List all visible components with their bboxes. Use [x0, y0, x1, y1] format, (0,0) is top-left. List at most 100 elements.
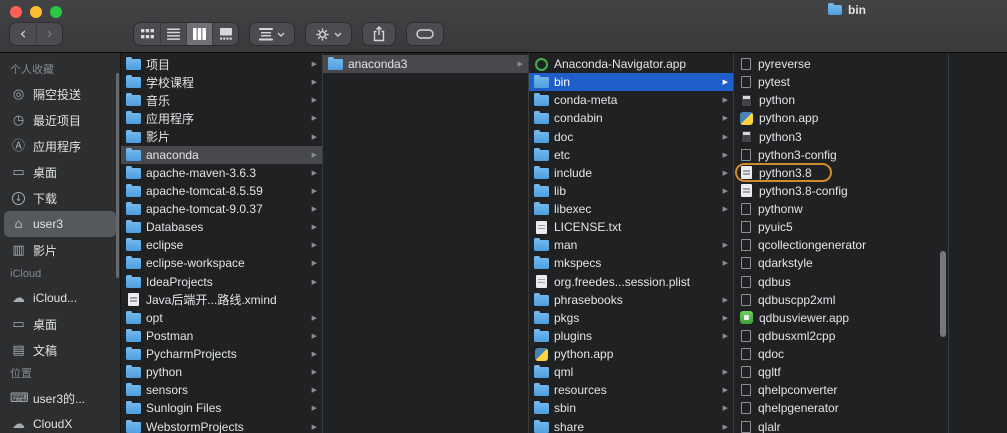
file-row-sbin[interactable]: sbin ▶	[529, 399, 733, 417]
sidebar-item-icloud-drive[interactable]: ☁ iCloud...	[4, 285, 116, 311]
sidebar-item-airdrop[interactable]: ◎ 隔空投送	[4, 81, 116, 107]
sidebar-item-cloudx[interactable]: ☁ CloudX	[4, 411, 116, 433]
icon-view-button[interactable]	[134, 23, 160, 45]
file-row-eclipse[interactable]: eclipse ▶	[121, 236, 322, 254]
minimize-button[interactable]	[30, 6, 42, 18]
file-row-qdoc[interactable]: qdoc	[734, 345, 948, 363]
file-row-python-app[interactable]: python.app	[734, 109, 948, 127]
file-row-python3-8-config[interactable]: python3.8-config	[734, 182, 948, 200]
file-row-qml[interactable]: qml ▶	[529, 363, 733, 381]
file-row-qdbuscpp2xml[interactable]: qdbuscpp2xml	[734, 291, 948, 309]
file-row-share[interactable]: share ▶	[529, 418, 733, 433]
file-row-lib[interactable]: lib ▶	[529, 182, 733, 200]
sidebar-item-applications[interactable]: Ⓐ 应用程序	[4, 133, 116, 159]
file-label: man	[554, 238, 578, 253]
zoom-button[interactable]	[50, 6, 62, 18]
file-row-webstormprojects[interactable]: WebstormProjects ▶	[121, 418, 322, 433]
column-scrollbar[interactable]	[940, 251, 946, 337]
chevron-right-icon: ▶	[722, 186, 728, 195]
file-row-apache-maven-3-6-3[interactable]: apache-maven-3.6.3 ▶	[121, 164, 322, 182]
file-row-mkspecs[interactable]: mkspecs ▶	[529, 254, 733, 272]
file-row-item[interactable]: 项目 ▶	[121, 55, 322, 73]
share-button[interactable]	[363, 23, 395, 45]
list-view-button[interactable]	[160, 23, 186, 45]
file-row-sunlogin-files[interactable]: Sunlogin Files ▶	[121, 399, 322, 417]
file-row-anaconda-navigator-app[interactable]: Anaconda-Navigator.app	[529, 55, 733, 73]
file-row-java-xmind[interactable]: Java后端开...路线.xmind	[121, 291, 322, 309]
file-row-pytest[interactable]: pytest	[734, 73, 948, 91]
file-row-etc[interactable]: etc ▶	[529, 146, 733, 164]
file-row-bin[interactable]: bin ▶	[529, 73, 733, 92]
sidebar-item-recents[interactable]: ◷ 最近项目	[4, 107, 116, 133]
app-python-icon	[535, 347, 548, 361]
file-row-qdbus[interactable]: qdbus	[734, 273, 948, 291]
file-row-qlalr[interactable]: qlalr	[734, 418, 948, 433]
file-row-license-txt[interactable]: LICENSE.txt	[529, 218, 733, 236]
file-row-pyuic5[interactable]: pyuic5	[734, 218, 948, 236]
file-row-doc[interactable]: doc ▶	[529, 128, 733, 146]
file-row-pyreverse[interactable]: pyreverse	[734, 55, 948, 73]
file-label: qlalr	[758, 419, 781, 433]
sidebar-item-downloads[interactable]: ↓ 下载	[4, 185, 116, 211]
file-row-item[interactable]: 影片 ▶	[121, 128, 322, 146]
sidebar-scrollbar[interactable]	[116, 73, 119, 278]
back-button[interactable]: ‹	[10, 23, 36, 45]
file-row-python3-8[interactable]: python3.8	[734, 162, 948, 182]
file-row-python-app[interactable]: python.app	[529, 345, 733, 363]
file-row-item[interactable]: 应用程序 ▶	[121, 109, 322, 127]
file-row-postman[interactable]: Postman ▶	[121, 327, 322, 345]
forward-button[interactable]: ›	[36, 23, 62, 45]
action-button[interactable]	[306, 23, 351, 45]
file-row-include[interactable]: include ▶	[529, 164, 733, 182]
file-row-apache-tomcat-9-0-37[interactable]: apache-tomcat-9.0.37 ▶	[121, 200, 322, 218]
file-row-resources[interactable]: resources ▶	[529, 381, 733, 399]
file-row-phrasebooks[interactable]: phrasebooks ▶	[529, 291, 733, 309]
sidebar-item-icloud-desktop[interactable]: ▭ 桌面	[4, 311, 116, 337]
file-row-python[interactable]: python	[734, 91, 948, 109]
file-row-libexec[interactable]: libexec ▶	[529, 200, 733, 218]
file-row-item[interactable]: 学校课程 ▶	[121, 73, 322, 91]
sidebar-item-user3[interactable]: ⌂ user3	[4, 211, 116, 237]
desktop-icon: ▭	[12, 164, 25, 180]
file-row-sensors[interactable]: sensors ▶	[121, 381, 322, 399]
group-button[interactable]	[250, 23, 294, 45]
file-row-item[interactable]: 音乐 ▶	[121, 91, 322, 109]
tags-button[interactable]	[407, 23, 443, 45]
file-row-eclipse-workspace[interactable]: eclipse-workspace ▶	[121, 254, 322, 272]
gallery-view-button[interactable]	[212, 23, 238, 45]
file-row-pkgs[interactable]: pkgs ▶	[529, 309, 733, 327]
folder-proxy-icon[interactable]	[828, 3, 842, 15]
file-row-man[interactable]: man ▶	[529, 236, 733, 254]
file-row-python3[interactable]: python3	[734, 128, 948, 146]
file-row-qdbusxml2cpp[interactable]: qdbusxml2cpp	[734, 327, 948, 345]
file-row-qdbusviewer-app[interactable]: qdbusviewer.app	[734, 309, 948, 327]
sidebar-item-movies[interactable]: ▥ 影片	[4, 237, 116, 263]
file-row-qcollectiongenerator[interactable]: qcollectiongenerator	[734, 236, 948, 254]
file-row-python[interactable]: python ▶	[121, 363, 322, 381]
file-row-qhelpconverter[interactable]: qhelpconverter	[734, 381, 948, 399]
file-row-databases[interactable]: Databases ▶	[121, 218, 322, 236]
file-row-ideaprojects[interactable]: IdeaProjects ▶	[121, 273, 322, 291]
file-row-plugins[interactable]: plugins ▶	[529, 327, 733, 345]
sidebar-item-label: 桌面	[33, 317, 58, 332]
sidebar-item-desktop[interactable]: ▭ 桌面	[4, 159, 116, 185]
file-row-apache-tomcat-8-5-59[interactable]: apache-tomcat-8.5.59 ▶	[121, 182, 322, 200]
file-label: libexec	[554, 202, 592, 217]
file-row-org-freedes-session-plist[interactable]: org.freedes...session.plist	[529, 273, 733, 291]
close-button[interactable]	[10, 6, 22, 18]
file-row-opt[interactable]: opt ▶	[121, 309, 322, 327]
column-view-button[interactable]	[186, 23, 212, 45]
file-row-anaconda3[interactable]: anaconda3 ▶	[323, 55, 528, 74]
file-row-qhelpgenerator[interactable]: qhelpgenerator	[734, 399, 948, 417]
file-row-qdarkstyle[interactable]: qdarkstyle	[734, 254, 948, 272]
sidebar-item-user3-mac[interactable]: ⌨ user3的...	[4, 385, 116, 411]
file-row-anaconda[interactable]: anaconda ▶	[121, 145, 322, 164]
file-row-conda-meta[interactable]: conda-meta ▶	[529, 91, 733, 109]
file-row-pythonw[interactable]: pythonw	[734, 200, 948, 218]
file-row-python3-config[interactable]: python3-config	[734, 146, 948, 164]
file-label: python3-config	[758, 147, 837, 162]
file-row-qgltf[interactable]: qgltf	[734, 363, 948, 381]
file-row-condabin[interactable]: condabin ▶	[529, 109, 733, 127]
sidebar-item-icloud-documents[interactable]: ▤ 文稿	[4, 337, 116, 363]
file-row-pycharmprojects[interactable]: PycharmProjects ▶	[121, 345, 322, 363]
